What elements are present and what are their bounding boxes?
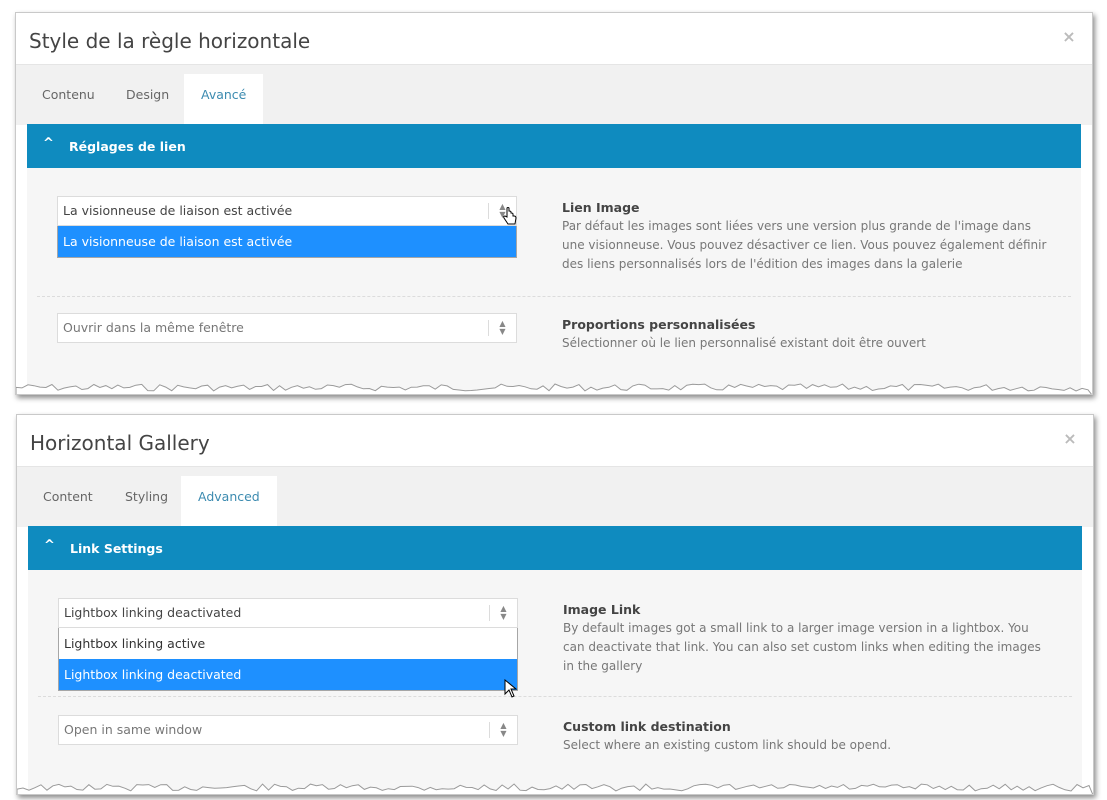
section-header-link-settings[interactable]: ^ Link Settings [28, 526, 1082, 570]
target-description: Proportions personnalisées Sélectionner … [562, 315, 1052, 353]
dropdown-option[interactable]: Lightbox linking active [59, 628, 517, 659]
modal-titlebar: Horizontal Gallery × [17, 415, 1093, 467]
field-help: By default images got a small link to a … [563, 621, 1041, 673]
tab-avance[interactable]: Avancé [184, 74, 264, 125]
divider [38, 696, 1072, 697]
tab-advanced[interactable]: Advanced [181, 476, 277, 527]
divider [37, 296, 1071, 297]
field-help: Select where an existing custom link sho… [563, 738, 892, 752]
modal-french: Style de la règle horizontale × Contenu … [15, 12, 1093, 395]
field-help: Par défaut les images sont liées vers un… [562, 219, 1047, 271]
dropdown-option[interactable]: Lightbox linking deactivated [59, 659, 517, 690]
tab-content[interactable]: Content [26, 476, 110, 527]
target-select[interactable]: Open in same window ▲ ▼ [58, 715, 518, 745]
section-title: Link Settings [70, 541, 163, 556]
select-value: Ouvrir dans la même fenêtre [63, 320, 244, 335]
field-label: Custom link destination [563, 719, 731, 734]
field-help: Sélectionner où le lien personnalisé exi… [562, 336, 926, 350]
torn-edge [17, 783, 1093, 794]
link-description: Lien Image Par défaut les images sont li… [562, 198, 1052, 274]
field-label: Proportions personnalisées [562, 317, 756, 332]
chevron-up-icon: ^ [43, 136, 54, 151]
link-description: Image Link By default images got a small… [563, 600, 1053, 676]
field-label: Image Link [563, 602, 641, 617]
field-label: Lien Image [562, 200, 640, 215]
select-value: La visionneuse de liaison est activée [63, 203, 293, 218]
chevron-up-icon: ^ [44, 538, 55, 553]
tab-bar: Contenu Design Avancé [16, 65, 1092, 125]
link-select[interactable]: Lightbox linking deactivated ▲ ▼ [58, 598, 518, 628]
dropdown-option[interactable]: La visionneuse de liaison est activée [58, 226, 516, 257]
select-arrows-icon: ▲ ▼ [489, 722, 517, 738]
select-arrows-icon: ▲ ▼ [489, 605, 517, 621]
tab-contenu[interactable]: Contenu [25, 74, 112, 125]
modal-titlebar: Style de la règle horizontale × [16, 13, 1092, 65]
tab-content: ^ Link Settings Lightbox linking deactiv… [28, 526, 1082, 794]
link-select[interactable]: La visionneuse de liaison est activée ▲ ▼ [57, 196, 517, 226]
select-arrows-icon: ▲ ▼ [488, 320, 516, 336]
modal-title: Style de la règle horizontale [29, 29, 311, 53]
select-value: Open in same window [64, 722, 203, 737]
link-select-dropdown: Lightbox linking active Lightbox linking… [58, 628, 518, 691]
modal-title: Horizontal Gallery [30, 431, 210, 455]
target-select[interactable]: Ouvrir dans la même fenêtre ▲ ▼ [57, 313, 517, 343]
tab-styling[interactable]: Styling [108, 476, 185, 527]
close-icon[interactable]: × [1062, 29, 1076, 45]
section-title: Réglages de lien [69, 139, 186, 154]
select-value: Lightbox linking deactivated [64, 605, 242, 620]
close-icon[interactable]: × [1063, 431, 1077, 447]
arrow-cursor-icon [504, 679, 518, 698]
hand-cursor-icon [503, 207, 517, 225]
section-header-link-settings[interactable]: ^ Réglages de lien [27, 124, 1081, 168]
target-description: Custom link destination Select where an … [563, 717, 1053, 755]
torn-edge [16, 383, 1092, 394]
tab-content: ^ Réglages de lien La visionneuse de lia… [27, 124, 1081, 394]
tab-design[interactable]: Design [109, 74, 186, 125]
modal-english: Horizontal Gallery × Content Styling Adv… [16, 414, 1094, 795]
link-select-dropdown: La visionneuse de liaison est activée [57, 226, 517, 258]
tab-bar: Content Styling Advanced [17, 467, 1093, 527]
